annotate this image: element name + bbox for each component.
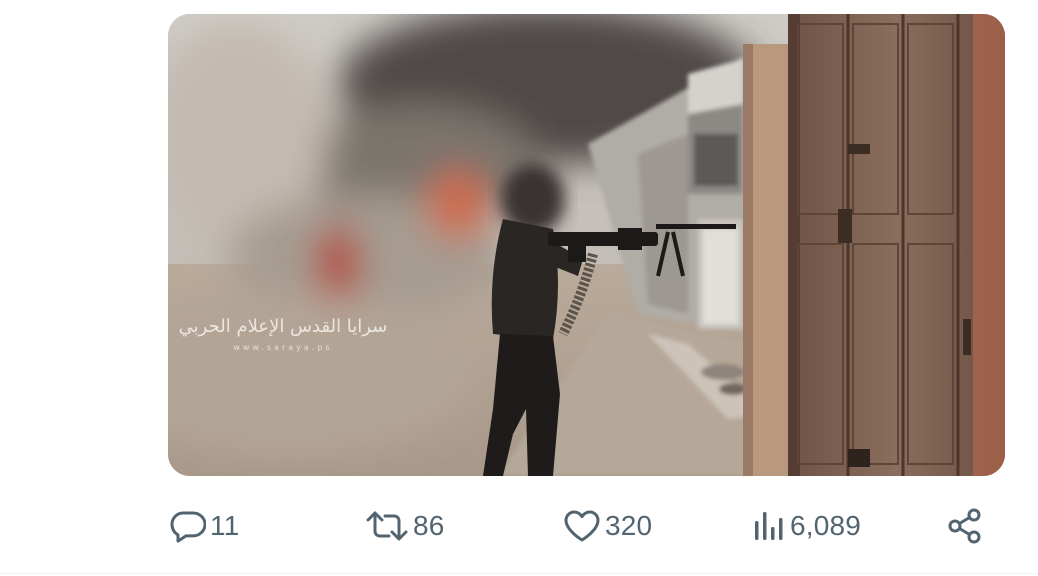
views-count: 6,089 bbox=[790, 510, 862, 541]
views-button[interactable]: 6,089 bbox=[752, 500, 861, 552]
like-icon bbox=[563, 509, 601, 543]
watermark-logo-text: سرايا القدس الإعلام الحربي bbox=[179, 316, 388, 337]
like-button[interactable]: 320 bbox=[563, 500, 652, 552]
repost-button[interactable]: 86 bbox=[365, 500, 445, 552]
share-button[interactable] bbox=[945, 500, 985, 552]
reply-button[interactable]: 11 bbox=[170, 500, 239, 552]
views-icon bbox=[752, 509, 786, 543]
repost-count: 86 bbox=[413, 510, 445, 541]
repost-icon bbox=[365, 509, 409, 543]
video-frame: سرايا القدس الإعلام الحربي www.saraya.ps bbox=[168, 14, 1005, 476]
like-count: 320 bbox=[605, 510, 653, 541]
tweet-media-image[interactable]: سرايا القدس الإعلام الحربي www.saraya.ps bbox=[168, 14, 1005, 476]
tweet-action-bar: 11 86 320 6,089 bbox=[0, 500, 1038, 552]
reply-icon bbox=[170, 509, 206, 543]
watermark-logo-subtext: www.saraya.ps bbox=[233, 343, 332, 352]
tweet-divider bbox=[0, 573, 1038, 574]
reply-count: 11 bbox=[210, 510, 240, 541]
share-icon bbox=[945, 506, 985, 546]
